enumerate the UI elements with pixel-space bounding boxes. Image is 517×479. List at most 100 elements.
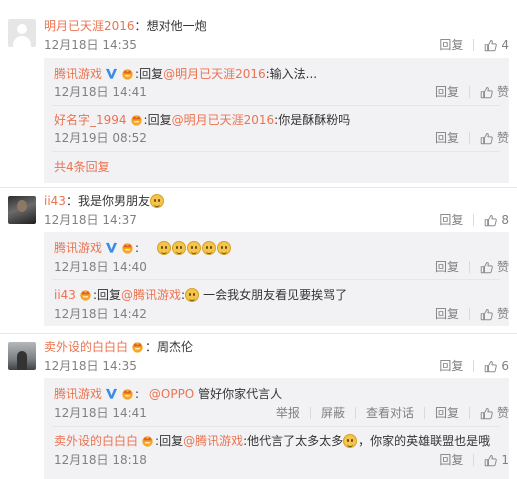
vip-badge-icon xyxy=(78,288,93,301)
action-separator xyxy=(468,132,470,144)
verified-v-icon xyxy=(105,387,118,400)
comment-text: 我是你男朋友 xyxy=(77,194,150,208)
thumb-up-icon xyxy=(484,39,497,52)
action-separator xyxy=(468,261,470,273)
emoji-icon xyxy=(185,288,200,302)
mention-link[interactable]: @OPPO xyxy=(149,387,194,401)
reply-body: ii43:回复@腾讯游戏: 一会我女朋友看见要挨骂了 xyxy=(54,287,347,303)
username-link[interactable]: 卖外设的白白白 xyxy=(44,340,128,354)
comment-time[interactable]: 12月18日 14:37 xyxy=(44,212,137,228)
like-button[interactable]: 赞 xyxy=(480,405,509,421)
comment-time[interactable]: 12月18日 14:35 xyxy=(44,358,137,374)
emoji-icon xyxy=(149,194,164,208)
avatar-photo-icon[interactable] xyxy=(8,342,36,370)
report-button[interactable]: 举报 xyxy=(276,405,300,421)
reply-body: 腾讯游戏:回复@明月已天涯2016:输入法... xyxy=(54,66,317,82)
reply-button[interactable]: 回复 xyxy=(435,405,459,421)
like-label: 赞 xyxy=(496,131,509,145)
username-link[interactable]: 腾讯游戏 xyxy=(54,241,102,255)
reply-time[interactable]: 12月18日 14:41 xyxy=(54,405,147,421)
like-button[interactable]: 6 xyxy=(484,358,509,374)
action-separator xyxy=(309,407,311,419)
comment-text: 周杰伦 xyxy=(157,340,194,354)
comment-time[interactable]: 12月18日 14:35 xyxy=(44,37,137,53)
mention-link[interactable]: @明月已天涯2016 xyxy=(163,67,266,81)
reply-actions: 回复 1 xyxy=(439,452,509,468)
reply-button[interactable]: 回复 xyxy=(435,306,459,322)
like-label: 赞 xyxy=(496,307,509,321)
emoji-icon xyxy=(216,241,231,255)
reply-prefix: 回复 xyxy=(96,288,121,302)
reply-text: 他代言了太多太多 xyxy=(247,434,344,448)
reply-button[interactable]: 回复 xyxy=(439,212,463,228)
mention-link[interactable]: @腾讯游戏 xyxy=(121,288,181,302)
vip-badge-icon xyxy=(120,387,135,400)
reply-text: 管好你家代言人 xyxy=(198,387,283,401)
thumb-up-icon xyxy=(484,214,497,227)
reply-divider xyxy=(52,151,500,152)
like-button[interactable]: 赞 xyxy=(480,306,509,322)
like-button[interactable]: 8 xyxy=(484,212,509,228)
reply-button[interactable]: 回复 xyxy=(435,259,459,275)
username-link[interactable]: ii43 xyxy=(54,288,76,302)
reply-button[interactable]: 回复 xyxy=(439,37,463,53)
reply-body: 腾讯游戏: @OPPO 管好你家代言人 xyxy=(54,386,282,402)
mention-link[interactable]: @明月已天涯2016 xyxy=(172,113,275,127)
like-button[interactable]: 赞 xyxy=(480,259,509,275)
thumb-up-icon xyxy=(484,360,497,373)
more-replies-link[interactable]: 共4条回复 xyxy=(54,159,110,175)
reply-time[interactable]: 12月19日 08:52 xyxy=(54,130,147,146)
reply-time[interactable]: 12月18日 14:42 xyxy=(54,306,147,322)
username-link[interactable]: 腾讯游戏 xyxy=(54,387,102,401)
reply-divider xyxy=(52,426,500,427)
like-button[interactable]: 1 xyxy=(484,452,509,468)
view-thread-button[interactable]: 查看对话 xyxy=(366,405,414,421)
reply-actions: 举报 屏蔽 查看对话 回复 赞 xyxy=(276,405,509,421)
reply-button[interactable]: 回复 xyxy=(435,130,459,146)
reply-text: 输入法... xyxy=(269,67,318,81)
reply-actions: 回复 赞 xyxy=(435,84,509,100)
like-count: 4 xyxy=(501,38,509,52)
reply-time[interactable]: 12月18日 14:41 xyxy=(54,84,147,100)
mention-link[interactable]: @腾讯游戏 xyxy=(183,434,243,448)
action-separator xyxy=(468,407,470,419)
emoji-icon xyxy=(201,241,216,255)
reply-divider xyxy=(52,105,500,106)
reply-actions: 回复 赞 xyxy=(435,130,509,146)
reply-prefix: 回复 xyxy=(139,67,164,81)
emoji-icon xyxy=(343,434,358,448)
block-button[interactable]: 屏蔽 xyxy=(321,405,345,421)
thumb-up-icon xyxy=(480,261,493,274)
like-button[interactable]: 4 xyxy=(484,37,509,53)
reply-button[interactable]: 回复 xyxy=(439,358,463,374)
reply-time[interactable]: 12月18日 18:18 xyxy=(54,452,147,468)
thumb-up-icon xyxy=(480,132,493,145)
emoji-icon xyxy=(171,241,186,255)
colon-text: ： xyxy=(134,19,147,33)
reply-actions: 回复 赞 xyxy=(435,259,509,275)
reply-body: 好名字_1994:回复@明月已天涯2016:你是酥酥粉吗 xyxy=(54,112,350,128)
comment-body: 明月已天涯2016：想对他一炮 xyxy=(44,18,207,34)
reply-time[interactable]: 12月18日 14:40 xyxy=(54,259,147,275)
thumb-up-icon xyxy=(480,86,493,99)
reply-button[interactable]: 回复 xyxy=(435,84,459,100)
action-separator xyxy=(473,39,475,51)
vip-badge-icon xyxy=(120,67,135,80)
username-link[interactable]: 卖外设的白白白 xyxy=(54,434,138,448)
emoji-icon xyxy=(186,241,201,255)
reply-button[interactable]: 回复 xyxy=(439,452,463,468)
username-link[interactable]: 腾讯游戏 xyxy=(54,67,102,81)
avatar-default-icon[interactable] xyxy=(8,19,36,47)
like-button[interactable]: 赞 xyxy=(480,130,509,146)
reply-body: 腾讯游戏: xyxy=(54,240,232,256)
avatar-photo-icon[interactable] xyxy=(8,196,36,224)
username-link[interactable]: ii43 xyxy=(44,194,66,208)
action-separator xyxy=(468,86,470,98)
username-link[interactable]: 明月已天涯2016 xyxy=(44,19,135,33)
reply-prefix: 回复 xyxy=(147,113,172,127)
like-button[interactable]: 赞 xyxy=(480,84,509,100)
colon-text: ： xyxy=(145,340,158,354)
comment-actions: 回复 6 xyxy=(439,358,509,374)
comment-actions: 回复 8 xyxy=(439,212,509,228)
username-link[interactable]: 好名字_1994 xyxy=(54,113,127,127)
